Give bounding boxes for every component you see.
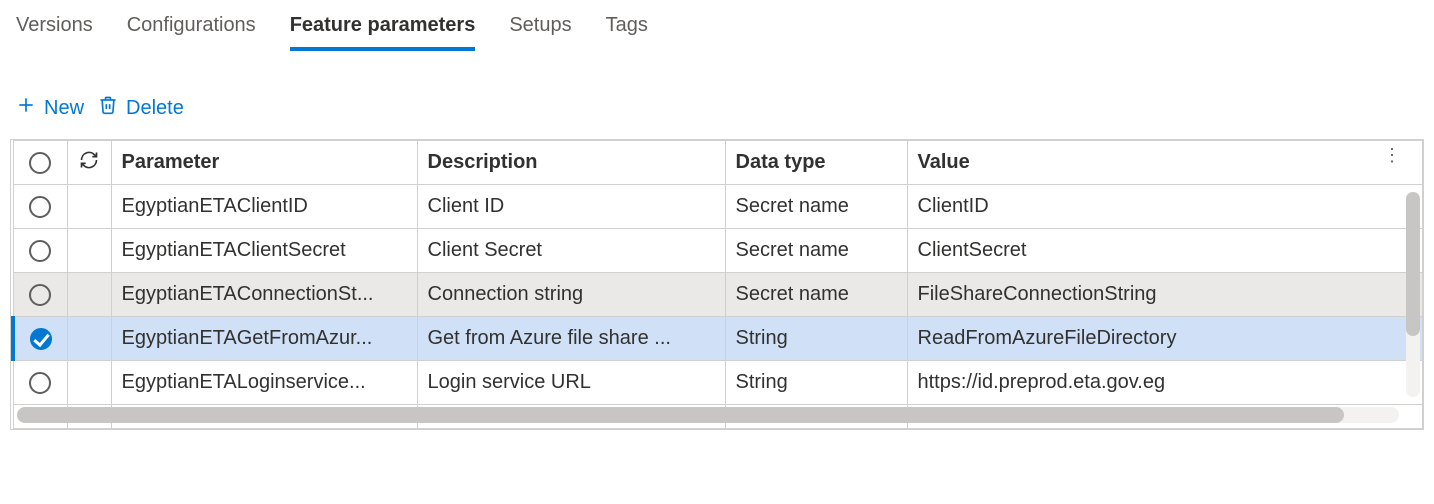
cell-value[interactable]: ClientID bbox=[907, 185, 1423, 229]
circle-icon bbox=[29, 284, 51, 306]
tab-versions[interactable]: Versions bbox=[16, 14, 93, 51]
column-header-description[interactable]: Description bbox=[417, 141, 725, 185]
tab-configurations[interactable]: Configurations bbox=[127, 14, 256, 51]
cell-data-type: String bbox=[725, 317, 907, 361]
kebab-icon: ⋮ bbox=[1383, 152, 1401, 158]
refresh-header[interactable] bbox=[67, 141, 111, 185]
toolbar: New Delete bbox=[0, 51, 1434, 139]
data-grid: Parameter Description Data type Value Eg… bbox=[10, 139, 1424, 430]
table-row[interactable]: EgyptianETALoginservice...Login service … bbox=[13, 361, 1423, 405]
cell-data-type: Secret name bbox=[725, 185, 907, 229]
row-refresh-cell bbox=[67, 229, 111, 273]
column-header-value[interactable]: Value bbox=[907, 141, 1423, 185]
horizontal-scrollbar[interactable] bbox=[17, 407, 1399, 423]
cell-parameter[interactable]: EgyptianETAConnectionSt... bbox=[111, 273, 417, 317]
new-button-label: New bbox=[44, 97, 84, 120]
cell-description: Login service URL bbox=[417, 361, 725, 405]
row-refresh-cell bbox=[67, 273, 111, 317]
table-header-row: Parameter Description Data type Value bbox=[13, 141, 1423, 185]
trash-icon bbox=[98, 95, 118, 121]
delete-button[interactable]: Delete bbox=[98, 95, 184, 121]
cell-parameter[interactable]: EgyptianETAGetFromAzur... bbox=[111, 317, 417, 361]
cell-description: Connection string bbox=[417, 273, 725, 317]
circle-icon bbox=[29, 372, 51, 394]
cell-value[interactable]: ClientSecret bbox=[907, 229, 1423, 273]
cell-description: Get from Azure file share ... bbox=[417, 317, 725, 361]
table-row[interactable]: EgyptianETAClientIDClient IDSecret nameC… bbox=[13, 185, 1423, 229]
column-header-data-type[interactable]: Data type bbox=[725, 141, 907, 185]
circle-icon bbox=[29, 196, 51, 218]
column-header-parameter[interactable]: Parameter bbox=[111, 141, 417, 185]
table-row[interactable]: EgyptianETAConnectionSt...Connection str… bbox=[13, 273, 1423, 317]
delete-button-label: Delete bbox=[126, 97, 184, 120]
cell-description: Client Secret bbox=[417, 229, 725, 273]
cell-parameter[interactable]: EgyptianETAClientID bbox=[111, 185, 417, 229]
checkmark-icon bbox=[30, 328, 52, 350]
tab-bar: Versions Configurations Feature paramete… bbox=[0, 0, 1434, 51]
row-select-cell[interactable] bbox=[13, 317, 67, 361]
cell-description: Client ID bbox=[417, 185, 725, 229]
row-refresh-cell bbox=[67, 185, 111, 229]
refresh-icon bbox=[79, 153, 99, 175]
circle-icon bbox=[29, 240, 51, 262]
cell-data-type: String bbox=[725, 361, 907, 405]
tab-feature-parameters[interactable]: Feature parameters bbox=[290, 14, 476, 51]
tab-tags[interactable]: Tags bbox=[606, 14, 648, 51]
circle-icon bbox=[29, 152, 51, 174]
select-all-header[interactable] bbox=[13, 141, 67, 185]
row-refresh-cell bbox=[67, 317, 111, 361]
cell-value[interactable]: https://id.preprod.eta.gov.eg bbox=[907, 361, 1423, 405]
cell-value[interactable]: FileShareConnectionString bbox=[907, 273, 1423, 317]
table-row[interactable]: EgyptianETAClientSecretClient SecretSecr… bbox=[13, 229, 1423, 273]
row-select-cell[interactable] bbox=[13, 229, 67, 273]
vertical-scrollbar[interactable] bbox=[1406, 192, 1420, 397]
row-refresh-cell bbox=[67, 361, 111, 405]
vertical-scrollbar-thumb[interactable] bbox=[1406, 192, 1420, 336]
more-options-button[interactable]: ⋮ bbox=[1383, 152, 1401, 158]
cell-parameter[interactable]: EgyptianETAClientSecret bbox=[111, 229, 417, 273]
table-row[interactable]: EgyptianETAGetFromAzur...Get from Azure … bbox=[13, 317, 1423, 361]
row-select-cell[interactable] bbox=[13, 361, 67, 405]
cell-data-type: Secret name bbox=[725, 273, 907, 317]
tab-setups[interactable]: Setups bbox=[509, 14, 571, 51]
row-select-cell[interactable] bbox=[13, 273, 67, 317]
new-button[interactable]: New bbox=[16, 95, 84, 121]
plus-icon bbox=[16, 95, 36, 121]
cell-value[interactable]: ReadFromAzureFileDirectory bbox=[907, 317, 1423, 361]
row-select-cell[interactable] bbox=[13, 185, 67, 229]
cell-data-type: Secret name bbox=[725, 229, 907, 273]
horizontal-scrollbar-thumb[interactable] bbox=[17, 407, 1344, 423]
cell-parameter[interactable]: EgyptianETALoginservice... bbox=[111, 361, 417, 405]
